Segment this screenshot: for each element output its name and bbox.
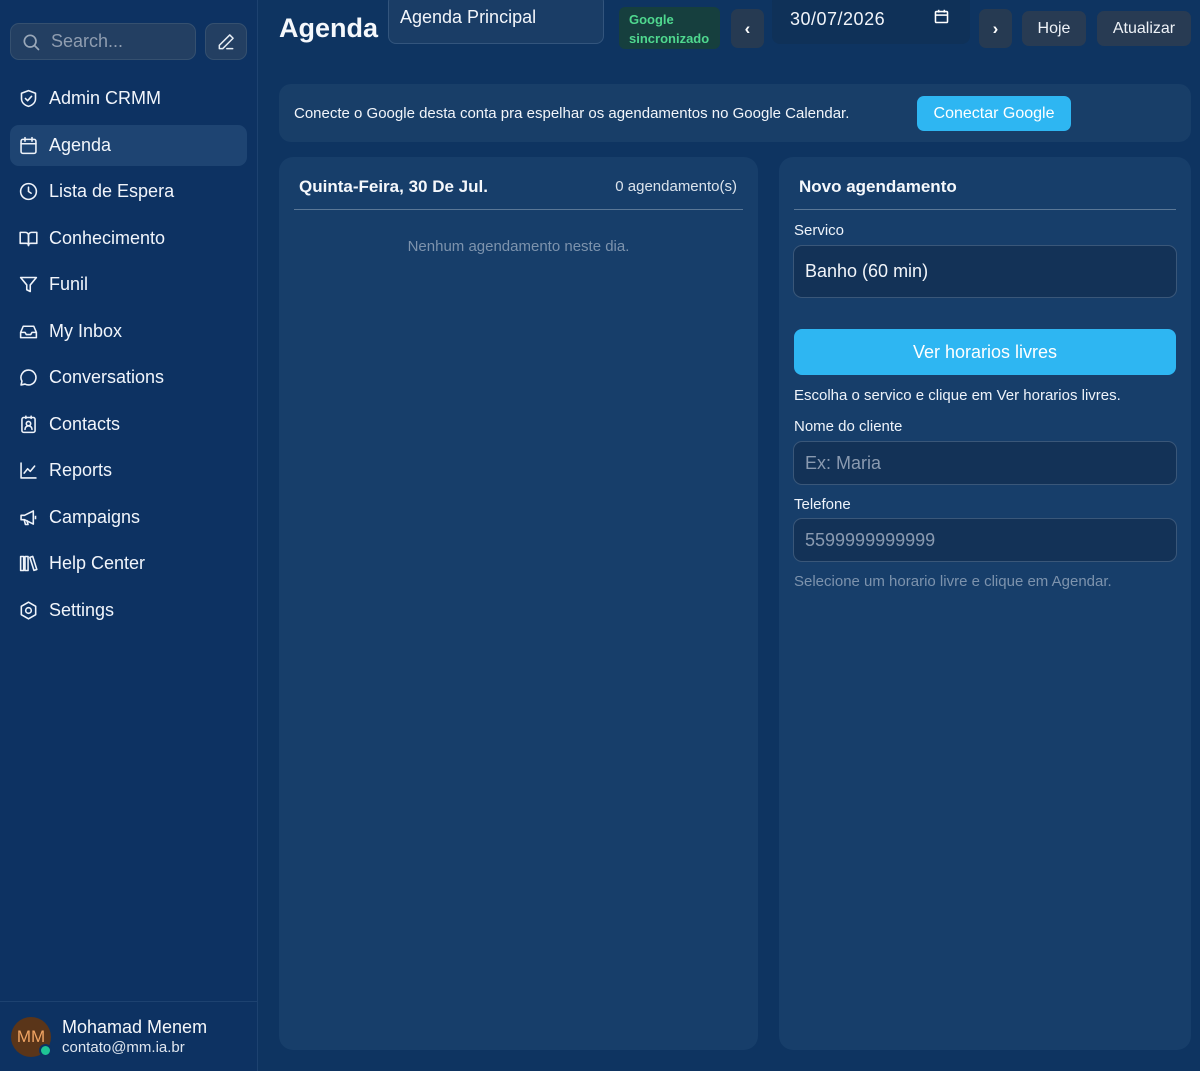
search-input[interactable]	[51, 31, 181, 52]
sidebar-item-label: Campaigns	[49, 506, 141, 527]
sidebar-item-label: Settings	[49, 599, 115, 620]
search-box[interactable]	[10, 23, 196, 60]
sidebar-item-agenda[interactable]: Agenda	[10, 124, 247, 166]
user-profile[interactable]: MM Mohamad Menem contato@mm.ia.br	[0, 1001, 257, 1071]
empty-state-message: Nenhum agendamento neste dia.	[407, 238, 630, 255]
sidebar-item-conhecimento[interactable]: Conhecimento	[10, 218, 247, 259]
sidebar-item-label: Funil	[49, 274, 89, 294]
today-button[interactable]: Hoje	[1022, 11, 1086, 46]
day-appointments-panel: Quinta-Feira, 30 De Jul. 0 agendamento(s…	[279, 157, 758, 1050]
phone-input[interactable]	[793, 518, 1177, 562]
online-status-indicator	[39, 1044, 52, 1057]
divider	[294, 209, 743, 210]
shield-check-icon	[20, 89, 37, 108]
profile-name: Mohamad Menem	[62, 1017, 208, 1037]
banner-text: Conecte o Google desta conta pra espelha…	[294, 105, 850, 122]
settings-hexagon-icon	[20, 600, 37, 620]
schedule-hint: Selecione um horario livre e clique em A…	[794, 573, 1112, 590]
sidebar-item-reports[interactable]: Reports	[10, 450, 247, 491]
sidebar-item-label: Contacts	[49, 413, 121, 434]
compose-button[interactable]	[205, 23, 247, 60]
sidebar-item-label: Help Center	[49, 553, 146, 573]
library-icon	[19, 555, 38, 572]
refresh-button[interactable]: Atualizar	[1097, 11, 1191, 46]
sidebar-item-label: Conversations	[49, 367, 165, 387]
client-name-input[interactable]	[793, 441, 1177, 485]
date-picker-field[interactable]: 30/07/2026	[772, 0, 970, 44]
divider	[794, 209, 1176, 210]
pencil-icon	[218, 33, 234, 49]
date-value: 30/07/2026	[790, 9, 886, 29]
sidebar-item-funil[interactable]: Funil	[10, 264, 247, 305]
inbox-icon	[19, 324, 38, 338]
connect-google-button[interactable]: Conectar Google	[917, 96, 1071, 131]
service-hint: Escolha o servico e clique em Ver horari…	[794, 387, 1121, 404]
client-name-label: Nome do cliente	[794, 418, 903, 435]
megaphone-icon	[20, 509, 37, 525]
sidebar-item-contacts[interactable]: Contacts	[10, 404, 247, 445]
sidebar-item-campaigns[interactable]: Campaigns	[10, 497, 247, 538]
service-label: Servico	[794, 222, 845, 239]
sidebar-item-help-center[interactable]: Help Center	[10, 543, 247, 584]
sidebar-item-admin-crmm[interactable]: Admin CRMM	[10, 78, 247, 119]
appointment-count: 0 agendamento(s)	[615, 178, 737, 195]
contact-card-icon	[21, 414, 36, 433]
phone-label: Telefone	[794, 496, 851, 513]
new-appointment-panel: Novo agendamento Servico Banho (60 min) …	[779, 157, 1191, 1050]
sync-badge-line-1: Google	[629, 12, 674, 27]
calendar-picker-icon[interactable]	[933, 8, 950, 25]
sidebar: Admin CRMM Agenda Lista de Espera Conhec…	[0, 0, 258, 1071]
service-select[interactable]: Banho (60 min)	[793, 245, 1177, 298]
sidebar-item-my-inbox[interactable]: My Inbox	[10, 311, 247, 352]
clock-icon	[19, 182, 38, 201]
funnel-icon	[19, 276, 38, 293]
sidebar-item-label: My Inbox	[49, 320, 123, 341]
profile-email: contato@mm.ia.br	[62, 1039, 185, 1056]
search-icon	[23, 34, 40, 50]
sync-badge-line-2: sincronizado	[629, 31, 710, 46]
sidebar-item-label: Lista de Espera	[49, 181, 175, 201]
chat-bubble-icon	[20, 369, 37, 386]
calendar-icon	[20, 136, 37, 154]
form-title: Novo agendamento	[799, 177, 957, 196]
agenda-select[interactable]: Agenda Principal	[388, 0, 604, 44]
sidebar-item-settings[interactable]: Settings	[10, 590, 247, 631]
sidebar-item-label: Admin CRMM	[49, 88, 162, 108]
book-open-icon	[19, 231, 38, 246]
sidebar-item-conversations[interactable]: Conversations	[10, 357, 247, 398]
sidebar-item-label: Agenda	[49, 134, 112, 155]
find-free-slots-button[interactable]: Ver horarios livres	[794, 329, 1176, 375]
page-title: Agenda	[279, 13, 379, 43]
sidebar-nav: Admin CRMM Agenda Lista de Espera Conhec…	[10, 78, 247, 636]
sidebar-item-lista-de-espera[interactable]: Lista de Espera	[10, 171, 247, 212]
google-connect-banner: Conecte o Google desta conta pra espelha…	[279, 84, 1191, 142]
sidebar-item-label: Reports	[49, 460, 113, 480]
google-sync-badge: Google sincronizado	[619, 7, 720, 49]
sidebar-item-label: Conhecimento	[49, 227, 166, 248]
line-chart-icon	[20, 462, 37, 479]
next-day-button[interactable]: ›	[979, 9, 1012, 48]
day-title: Quinta-Feira, 30 De Jul.	[299, 177, 488, 196]
previous-day-button[interactable]: ‹	[731, 9, 764, 48]
